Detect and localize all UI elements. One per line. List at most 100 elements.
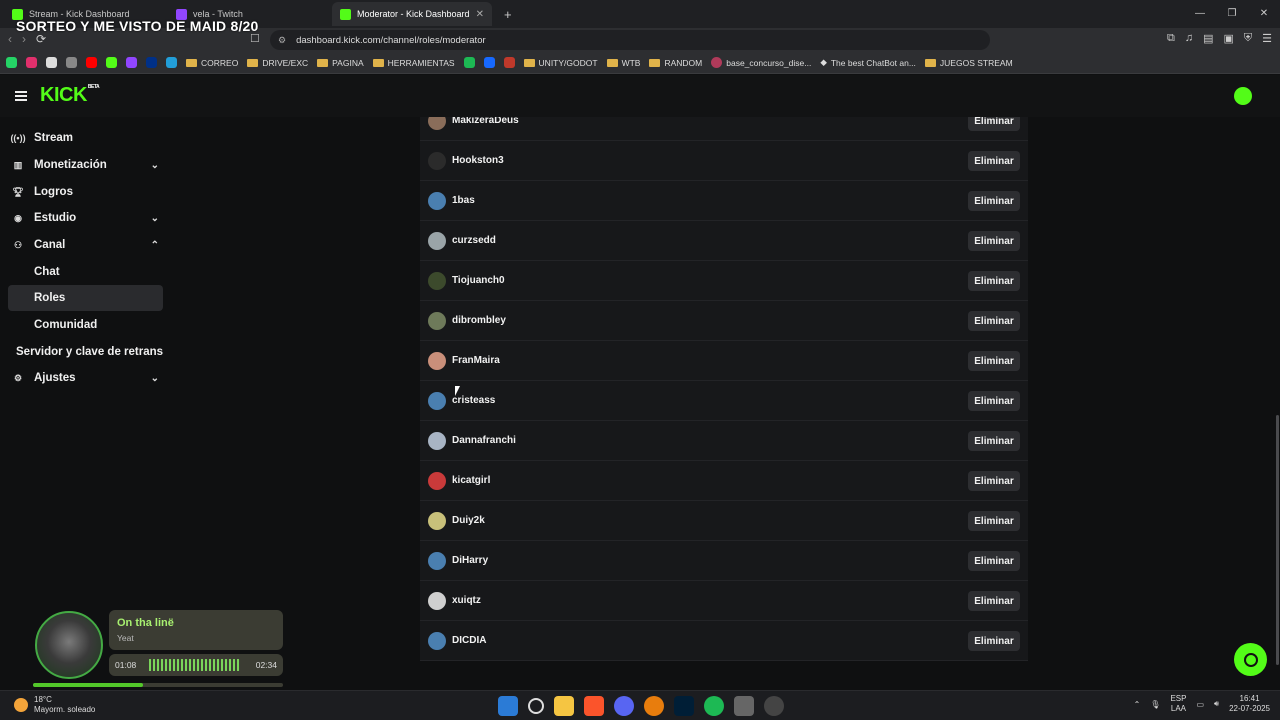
- forward-icon[interactable]: ›: [22, 32, 26, 46]
- sidebar-item-comunidad[interactable]: Comunidad: [8, 312, 163, 338]
- taskbar-apps: [498, 696, 784, 716]
- minimize-button[interactable]: —: [1184, 0, 1216, 28]
- volume-icon[interactable]: 🔊︎: [1214, 699, 1219, 709]
- twitch-icon[interactable]: [126, 57, 137, 68]
- sidebar-item-roles[interactable]: Roles: [8, 285, 163, 311]
- moderator-row: MakizeraDeus Eliminar: [420, 117, 1028, 141]
- bookmark-folder-random[interactable]: RANDOM: [649, 58, 702, 68]
- sidebar-icon[interactable]: ▤: [1203, 32, 1213, 45]
- microphone-icon[interactable]: 🎙︎: [1150, 700, 1160, 709]
- sidebar-item-estudio[interactable]: ◉ Estudio ⌄: [8, 205, 163, 231]
- remove-moderator-button[interactable]: Eliminar: [968, 151, 1020, 171]
- remove-moderator-button[interactable]: Eliminar: [968, 231, 1020, 251]
- reload-icon[interactable]: ⟳: [36, 32, 46, 46]
- mouse-cursor: [455, 386, 460, 396]
- instagram-icon[interactable]: [26, 57, 37, 68]
- close-window-button[interactable]: ✕: [1248, 0, 1280, 28]
- behance-icon[interactable]: [483, 57, 495, 68]
- support-button[interactable]: [1234, 643, 1267, 676]
- bookmark-folder-unity[interactable]: UNITY/GODOT: [523, 58, 598, 68]
- bookmark-folder-wtb[interactable]: WTB: [606, 58, 640, 68]
- kick-icon[interactable]: [106, 57, 117, 68]
- close-tab-icon[interactable]: ✕: [476, 9, 484, 20]
- remove-moderator-button[interactable]: Eliminar: [968, 631, 1020, 651]
- file-explorer-icon[interactable]: [554, 696, 574, 716]
- avatar: [428, 231, 446, 250]
- apple-icon[interactable]: [66, 57, 77, 68]
- address-bar[interactable]: ⚙ dashboard.kick.com/channel/roles/moder…: [270, 30, 990, 50]
- page-scrollbar[interactable]: [1276, 415, 1279, 665]
- blender-icon[interactable]: [644, 696, 664, 716]
- bookmark-folder-juegos[interactable]: JUEGOS STREAM: [924, 58, 1013, 68]
- sidebar-item-logros[interactable]: 🏆︎ Logros: [8, 179, 163, 205]
- remove-moderator-button[interactable]: Eliminar: [968, 191, 1020, 211]
- bookmark-concurso[interactable]: base_concurso_dise...: [711, 57, 811, 68]
- spotify-icon[interactable]: [704, 696, 724, 716]
- app-icon[interactable]: [734, 696, 754, 716]
- remove-moderator-button[interactable]: Eliminar: [968, 311, 1020, 331]
- telegram-icon[interactable]: [166, 57, 177, 68]
- paypal-icon[interactable]: [146, 57, 157, 68]
- sidebar-item-stream[interactable]: ((•)) Stream: [8, 125, 163, 151]
- remove-moderator-button[interactable]: Eliminar: [968, 551, 1020, 571]
- weather-status: Mayorm. soleado: [34, 705, 96, 714]
- photoshop-icon[interactable]: [674, 696, 694, 716]
- kick-logo[interactable]: KICKBETA: [40, 84, 100, 107]
- shield-icon[interactable]: ⛨: [1244, 32, 1252, 45]
- obs-icon[interactable]: [764, 696, 784, 716]
- clock[interactable]: 16:41 22-07-2025: [1229, 694, 1270, 714]
- whatsapp-icon[interactable]: [6, 57, 17, 68]
- bookmark-folder-herramientas[interactable]: HERRAMIENTAS: [372, 58, 455, 68]
- bookmark-chatbot[interactable]: ◆ The best ChatBot an...: [820, 57, 916, 68]
- sidebar-item-monetizacion[interactable]: ▥ Monetización ⌄: [8, 152, 163, 178]
- site-info-icon[interactable]: ⚙: [278, 35, 286, 46]
- chevron-up-icon[interactable]: ⌃: [1134, 700, 1141, 709]
- waveform-icon: [149, 659, 241, 671]
- trophy-icon: 🏆︎: [12, 186, 24, 197]
- back-icon[interactable]: ‹: [8, 32, 12, 46]
- sidebar-item-canal[interactable]: ⚇ Canal ⌃: [8, 232, 163, 258]
- remove-moderator-button[interactable]: Eliminar: [968, 351, 1020, 371]
- stream-overlay-text: SORTEO Y ME VISTO DE MAID 8/20: [16, 18, 259, 34]
- tab-label: Moderator - Kick Dashboard: [357, 9, 470, 19]
- avatar: [428, 351, 446, 370]
- bookmark-folder-pagina[interactable]: PAGINA: [317, 58, 364, 68]
- weather-widget[interactable]: 18°C Mayorm. soleado: [14, 695, 95, 715]
- brave-browser-icon[interactable]: [584, 696, 604, 716]
- network-icon[interactable]: ▭: [1196, 700, 1204, 709]
- language-indicator[interactable]: ESP LAA: [1170, 694, 1186, 714]
- search-icon[interactable]: [528, 698, 544, 714]
- tab-moderator-dashboard[interactable]: Moderator - Kick Dashboard ✕: [332, 2, 492, 26]
- extensions-icon[interactable]: ⧉: [1167, 32, 1175, 45]
- discord-icon[interactable]: [614, 696, 634, 716]
- url-text: dashboard.kick.com/channel/roles/moderat…: [296, 34, 486, 46]
- chevron-down-icon: ⌄: [150, 159, 159, 171]
- music-icon[interactable]: ♫: [1185, 32, 1193, 45]
- remove-moderator-button[interactable]: Eliminar: [968, 591, 1020, 611]
- new-tab-button[interactable]: +: [496, 2, 516, 26]
- maximize-button[interactable]: ❐: [1216, 0, 1248, 28]
- youtube-icon[interactable]: [86, 57, 97, 68]
- menu-icon[interactable]: ☰: [1262, 32, 1272, 45]
- spotify-bookmark-icon[interactable]: [463, 57, 475, 68]
- sidebar-item-chat[interactable]: Chat: [8, 259, 163, 285]
- bookmark-red-icon[interactable]: [503, 57, 515, 68]
- remove-moderator-button[interactable]: Eliminar: [968, 431, 1020, 451]
- x-icon[interactable]: [46, 57, 57, 68]
- wallet-icon[interactable]: ▣: [1223, 32, 1233, 45]
- sidebar-item-ajustes[interactable]: ⚙ Ajustes ⌄: [8, 365, 163, 391]
- kick-header: KICKBETA: [0, 75, 1280, 117]
- user-avatar[interactable]: [1234, 87, 1252, 105]
- remove-moderator-button[interactable]: Eliminar: [968, 117, 1020, 131]
- remove-moderator-button[interactable]: Eliminar: [968, 391, 1020, 411]
- moderator-name: DICDIA: [452, 635, 487, 646]
- bookmark-folder-drive[interactable]: DRIVE/EXC: [247, 58, 308, 68]
- windows-start-icon[interactable]: [498, 696, 518, 716]
- remove-moderator-button[interactable]: Eliminar: [968, 511, 1020, 531]
- bookmark-folder-correo[interactable]: CORREO: [186, 58, 238, 68]
- hamburger-menu-icon[interactable]: [15, 91, 27, 101]
- remove-moderator-button[interactable]: Eliminar: [968, 471, 1020, 491]
- remove-moderator-button[interactable]: Eliminar: [968, 271, 1020, 291]
- sidebar-item-servidor[interactable]: Servidor y clave de retrans: [16, 339, 186, 365]
- diamond-icon: ◆: [820, 57, 827, 67]
